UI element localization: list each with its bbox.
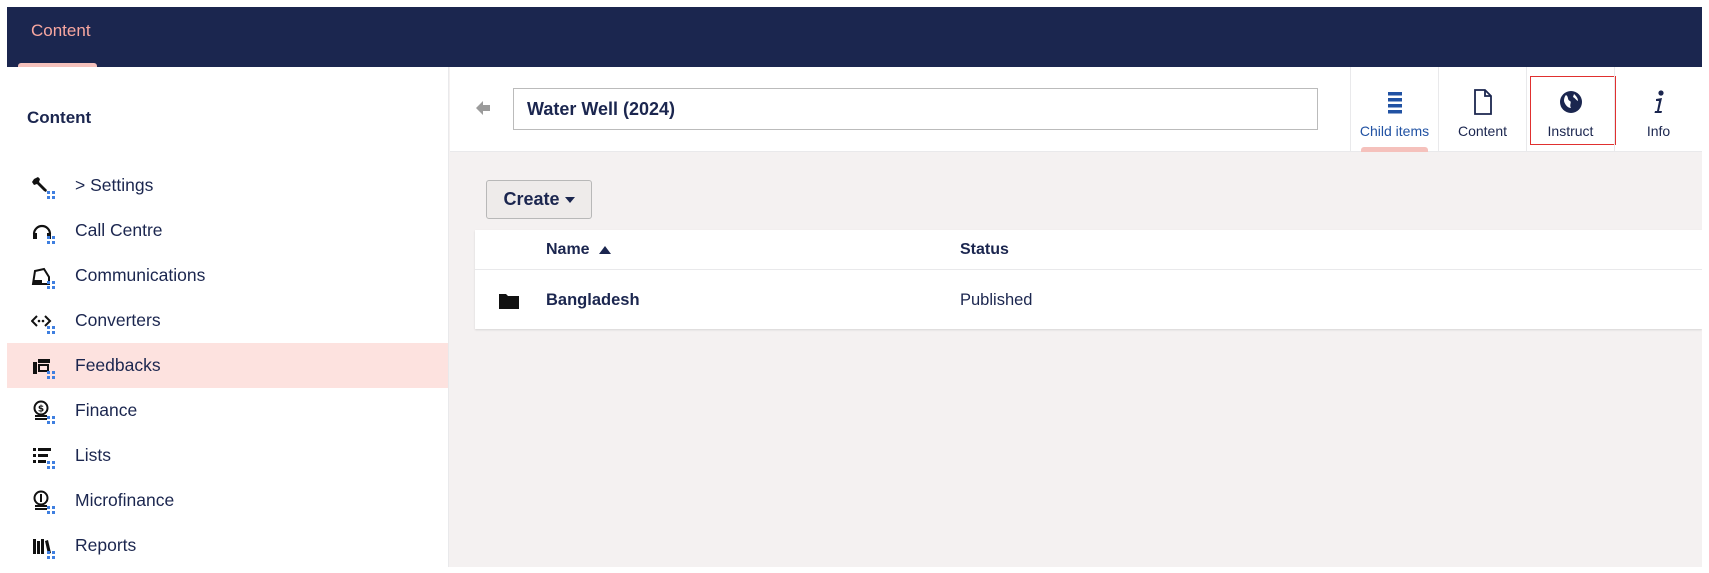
app-instruct[interactable]: Instruct bbox=[1526, 67, 1616, 152]
row-name-link[interactable]: Bangladesh bbox=[546, 291, 640, 310]
tree-item-label: Lists bbox=[75, 445, 111, 465]
app-child-items[interactable]: Child items bbox=[1350, 67, 1438, 152]
tree-list: > Settings Call Centre Communications Co… bbox=[7, 163, 448, 567]
tree-item-settings[interactable]: > Settings bbox=[7, 163, 448, 208]
sort-ascending-icon bbox=[598, 246, 611, 254]
app-content[interactable]: Content bbox=[1438, 67, 1526, 152]
tree-item-label: Communications bbox=[75, 265, 206, 285]
tree-item-communications[interactable]: Communications bbox=[7, 253, 448, 298]
svg-text:$: $ bbox=[38, 404, 44, 414]
tree-item-label: Feedbacks bbox=[75, 355, 161, 375]
child-items-table: Name Status Bangladesh Published bbox=[475, 230, 1702, 329]
tree-item-finance[interactable]: $ Finance bbox=[7, 388, 448, 433]
editor-header: Child items Content Instruct bbox=[450, 67, 1702, 152]
active-app-indicator bbox=[1361, 147, 1428, 152]
table-header: Name Status bbox=[475, 230, 1702, 270]
node-name-input[interactable] bbox=[513, 88, 1318, 130]
list-icon bbox=[27, 443, 57, 469]
tree-item-converters[interactable]: Converters bbox=[7, 298, 448, 343]
tree-item-label: Converters bbox=[75, 310, 161, 330]
tree-item-lists[interactable]: Lists bbox=[7, 433, 448, 478]
highlight-outline bbox=[1530, 76, 1616, 145]
back-arrow-icon[interactable] bbox=[474, 99, 492, 117]
tree-item-label: > Settings bbox=[75, 175, 154, 195]
app-content-label: Content bbox=[1457, 123, 1508, 139]
tree-item-feedbacks[interactable]: Feedbacks bbox=[7, 343, 448, 388]
content-tree-sidebar: Content > Settings Call Centre Communica… bbox=[7, 67, 449, 567]
app-child-items-label: Child items bbox=[1359, 123, 1430, 139]
list-lines-icon bbox=[1387, 92, 1402, 114]
backoffice-window: Content Content > Settings Call Centre C… bbox=[7, 7, 1702, 567]
column-header-status[interactable]: Status bbox=[960, 241, 1009, 259]
create-button-label: Create bbox=[503, 189, 560, 209]
top-navigation-bar: Content bbox=[7, 7, 1702, 67]
info-icon bbox=[1654, 90, 1664, 113]
tree-item-label: Microfinance bbox=[75, 490, 175, 510]
section-tab-label: Content bbox=[31, 21, 91, 40]
tree-item-label: Call Centre bbox=[75, 220, 163, 240]
column-header-name[interactable]: Name bbox=[546, 241, 611, 259]
column-header-name-label: Name bbox=[546, 241, 590, 258]
coins-icon: $ bbox=[27, 398, 57, 424]
tree-item-label: Reports bbox=[75, 535, 137, 555]
headset-icon bbox=[27, 218, 57, 244]
tree-item-label: Finance bbox=[75, 400, 138, 420]
tree-root-title[interactable]: Content bbox=[27, 108, 91, 128]
wrench-icon bbox=[27, 173, 57, 199]
feedback-icon bbox=[27, 353, 57, 379]
document-icon bbox=[1473, 89, 1492, 115]
tree-item-reports[interactable]: Reports bbox=[7, 523, 448, 567]
row-status: Published bbox=[960, 291, 1033, 309]
create-button[interactable]: Create bbox=[486, 180, 592, 219]
table-row[interactable]: Bangladesh Published bbox=[475, 271, 1702, 328]
tree-item-call-centre[interactable]: Call Centre bbox=[7, 208, 448, 253]
section-tab-content[interactable]: Content bbox=[18, 7, 97, 67]
caret-down-icon bbox=[564, 196, 575, 203]
editor-app-navigation: Child items Content Instruct Info bbox=[1350, 67, 1702, 152]
tree-item-microfinance[interactable]: Microfinance bbox=[7, 478, 448, 523]
app-info[interactable]: Info bbox=[1614, 67, 1702, 152]
app-info-label: Info bbox=[1646, 123, 1671, 139]
code-arrows-icon bbox=[27, 308, 57, 334]
inbox-icon bbox=[27, 263, 57, 289]
microfinance-coins-icon bbox=[27, 488, 57, 514]
books-icon bbox=[27, 533, 57, 559]
folder-icon bbox=[499, 294, 519, 309]
